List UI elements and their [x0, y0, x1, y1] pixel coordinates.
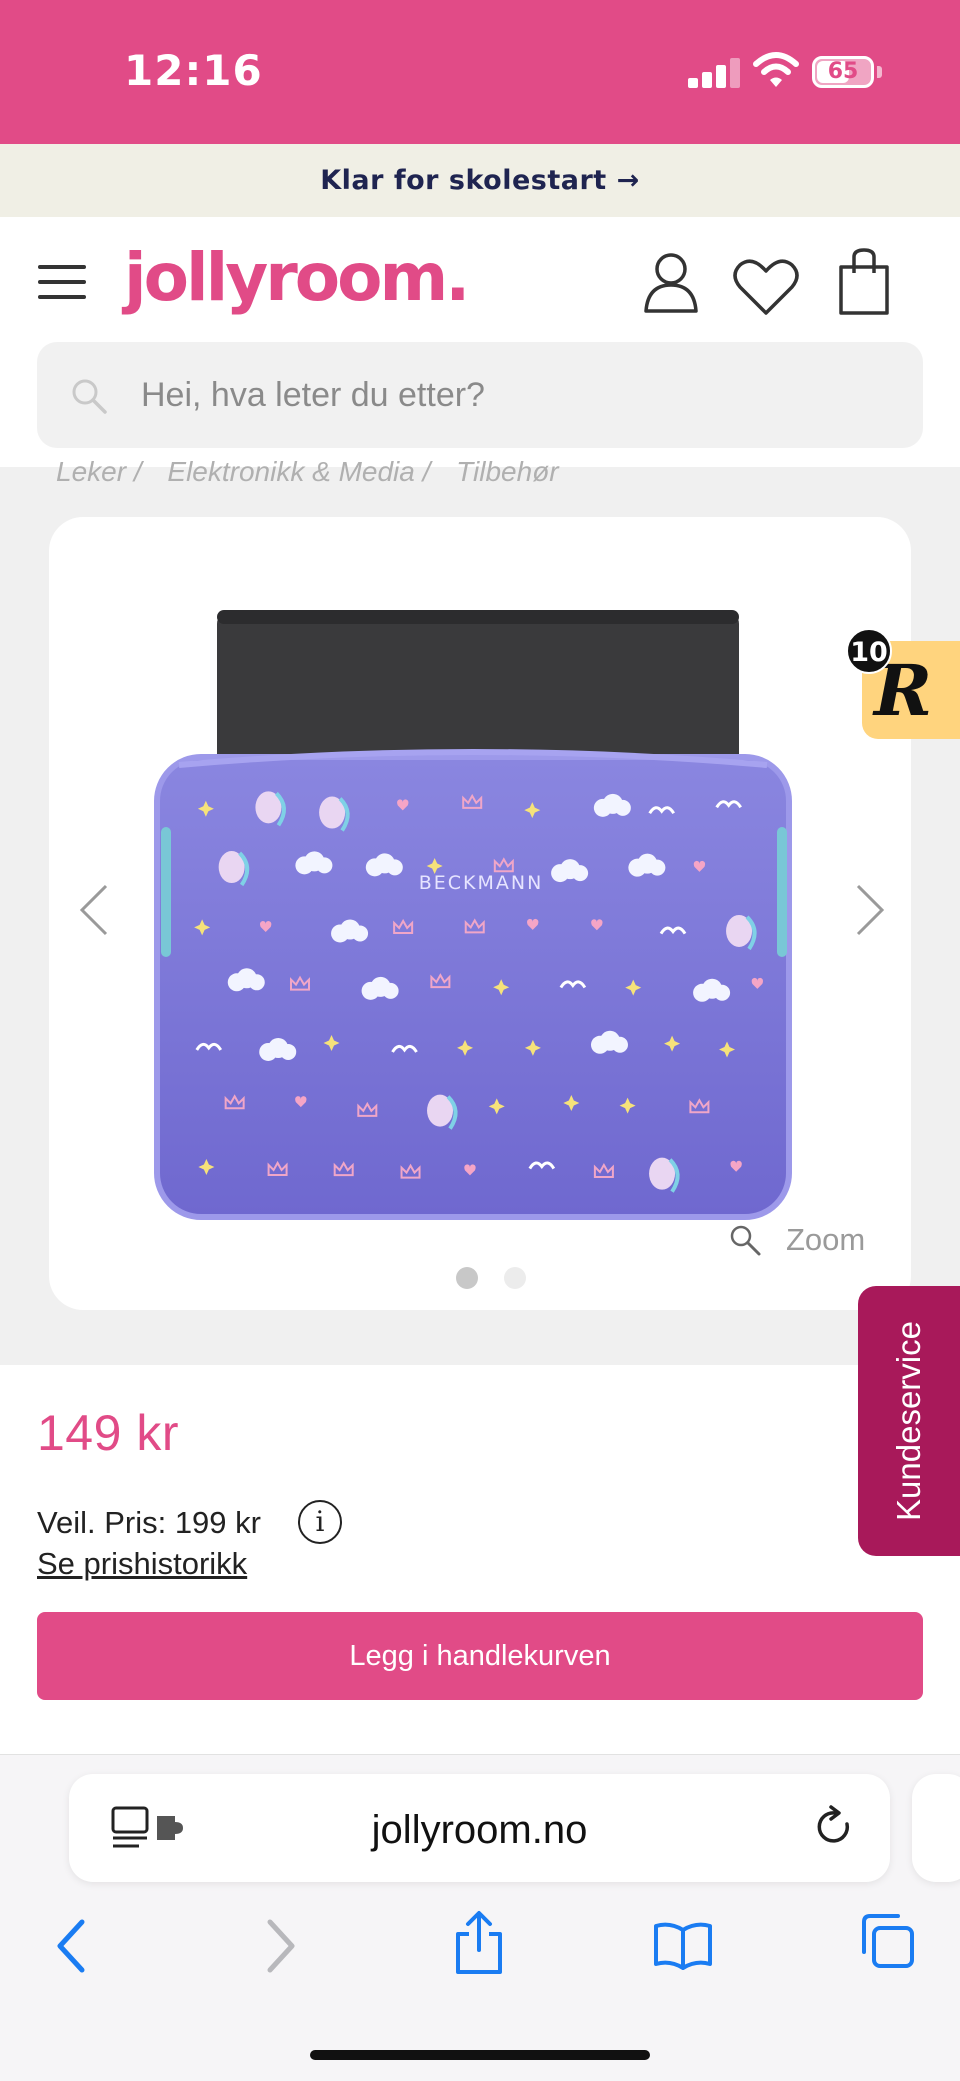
- battery-icon: 65: [812, 56, 874, 88]
- wifi-icon: [753, 52, 799, 87]
- breadcrumb: Leker / Elektronikk & Media / Tilbehør: [56, 456, 577, 488]
- site-header: jollyroom.: [0, 217, 960, 467]
- zoom-icon: [730, 1225, 761, 1256]
- info-icon[interactable]: i: [298, 1500, 342, 1544]
- pagination-dot[interactable]: [504, 1267, 526, 1289]
- pagination-dot-active[interactable]: [456, 1267, 478, 1289]
- back-icon[interactable]: [52, 1916, 92, 1976]
- status-time: 12:16: [124, 46, 263, 95]
- zoom-label: Zoom: [786, 1222, 866, 1257]
- bookmarks-icon[interactable]: [652, 1920, 714, 1970]
- brand-mark: BECKMANN: [419, 872, 544, 894]
- product-image-card: BECKMANN: [49, 517, 911, 1310]
- recommended-price: Veil. Pris: 199 kr: [37, 1505, 261, 1540]
- account-icon[interactable]: [642, 251, 700, 313]
- reward-count-badge: 10: [846, 628, 892, 674]
- price-history-link[interactable]: Se prishistorikk: [37, 1546, 247, 1582]
- search-icon: [72, 379, 107, 414]
- next-tab-peek[interactable]: [912, 1774, 960, 1882]
- breadcrumb-item[interactable]: Leker /: [56, 456, 142, 487]
- zoom-button[interactable]: Zoom: [728, 1222, 865, 1258]
- forward-icon[interactable]: [260, 1916, 300, 1976]
- battery-percent: 65: [827, 59, 859, 84]
- shopping-bag-icon[interactable]: [836, 247, 892, 315]
- url-text: jollyroom.no: [371, 1808, 588, 1852]
- reload-icon[interactable]: [811, 1804, 857, 1850]
- breadcrumb-item[interactable]: Elektronikk & Media /: [167, 456, 430, 487]
- promo-link[interactable]: Klar for skolestart →: [320, 165, 639, 196]
- home-indicator: [310, 2050, 650, 2060]
- wishlist-heart-icon[interactable]: [732, 257, 800, 317]
- menu-icon[interactable]: [38, 265, 86, 301]
- add-to-cart-button[interactable]: Legg i handlekurven: [37, 1612, 923, 1700]
- search-input[interactable]: [141, 362, 881, 428]
- breadcrumb-item[interactable]: Tilbehør: [456, 456, 558, 487]
- address-bar[interactable]: jollyroom.no: [69, 1774, 890, 1882]
- site-logo[interactable]: jollyroom.: [124, 239, 470, 316]
- customer-service-label: Kundeservice: [890, 1321, 927, 1521]
- battery-nub: [877, 66, 882, 78]
- product-image[interactable]: BECKMANN: [49, 517, 911, 1310]
- promo-banner: Klar for skolestart →: [0, 144, 960, 217]
- image-pagination: [456, 1267, 526, 1289]
- previous-image-arrow-icon[interactable]: [74, 880, 114, 940]
- next-image-arrow-icon[interactable]: [850, 880, 890, 940]
- customer-service-tab[interactable]: Kundeservice: [858, 1286, 960, 1556]
- share-icon[interactable]: [452, 1910, 506, 1976]
- cellular-signal-icon: [688, 56, 744, 88]
- search-bar[interactable]: [37, 342, 923, 448]
- product-price: 149 kr: [37, 1405, 179, 1461]
- status-bar: 12:16 65: [0, 0, 960, 144]
- tabs-icon[interactable]: [858, 1912, 916, 1970]
